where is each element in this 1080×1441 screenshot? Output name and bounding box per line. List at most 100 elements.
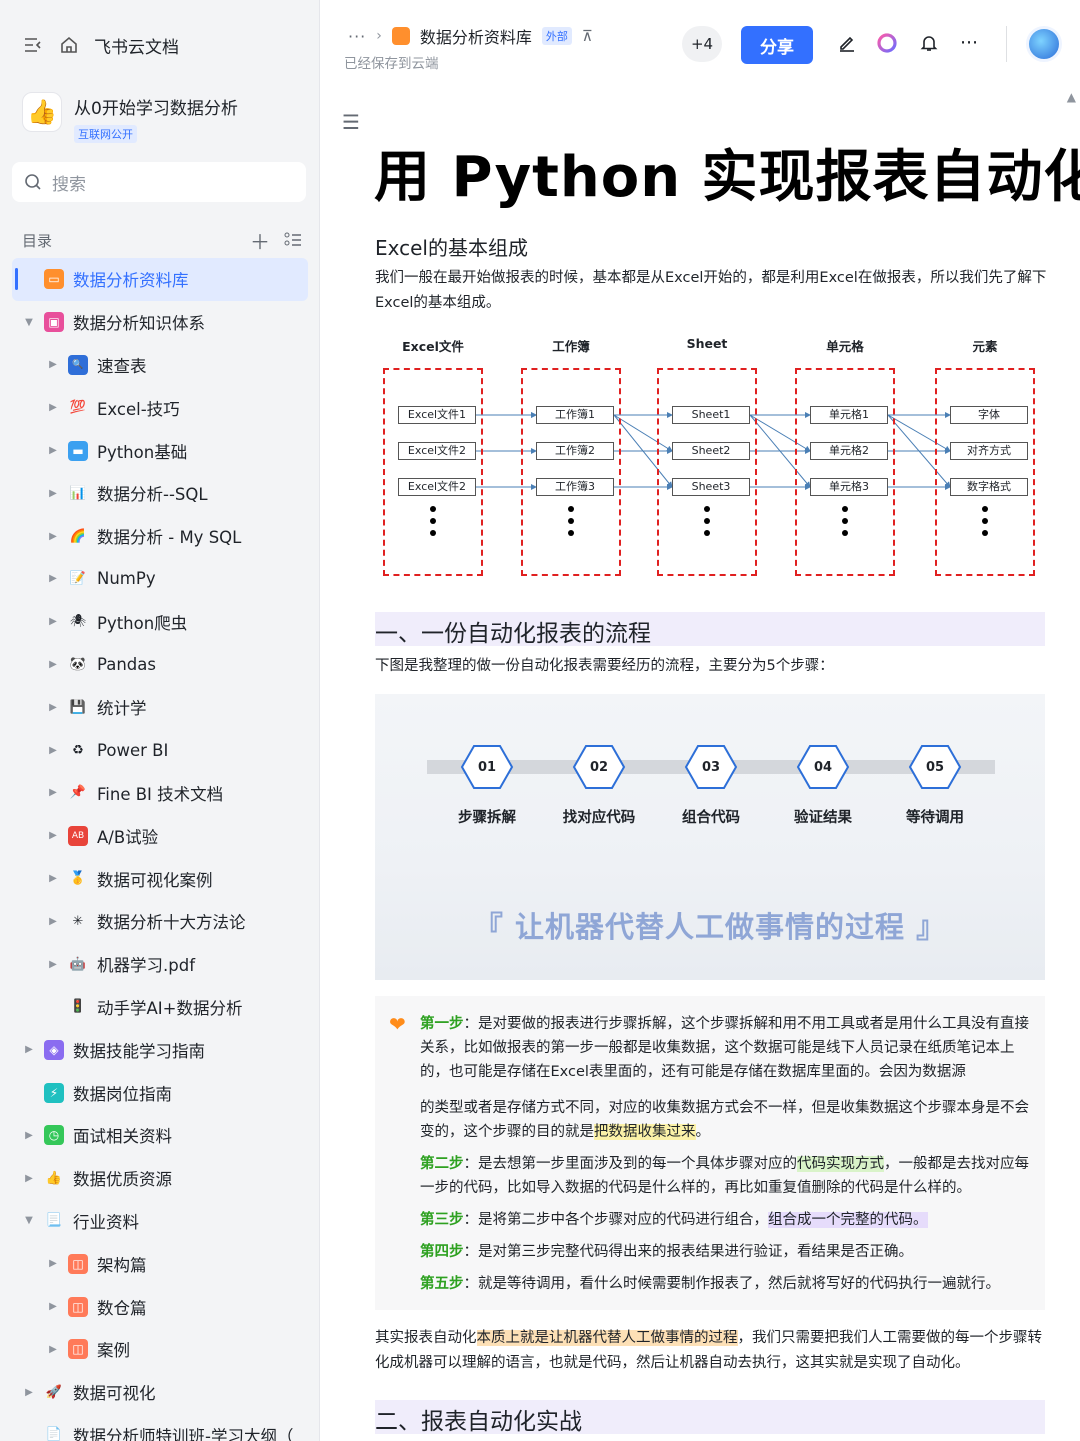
chevron-right-icon[interactable]: ▶: [46, 616, 60, 627]
space-public-tag: 互联网公开: [74, 125, 137, 143]
collapse-sidebar-icon[interactable]: [22, 34, 44, 56]
diagram-column-head: Excel文件: [402, 339, 464, 354]
ai-assistant-icon[interactable]: [874, 30, 900, 56]
excel-structure-diagram: Excel文件 Excel文件1 Excel文件2 Excel文件2 工作簿 工作簿1 工作…: [375, 330, 1051, 590]
avatar[interactable]: [1026, 26, 1062, 62]
outline-icon[interactable]: ☰: [342, 110, 360, 134]
chevron-right-icon[interactable]: ▶: [46, 359, 60, 370]
medal-icon: 🥇: [69, 871, 87, 887]
sidebar-item-label: Python基础: [97, 442, 188, 462]
sidebar-item[interactable]: ▶ 🌈 数据分析 - My SQL: [12, 515, 308, 558]
chevron-down-icon[interactable]: ▼: [22, 1215, 36, 1226]
add-icon[interactable]: ＋: [250, 226, 270, 255]
sidebar-item[interactable]: 🚦 动手学AI+数据分析: [12, 986, 308, 1029]
collaborators-count[interactable]: +4: [682, 26, 722, 62]
chevron-right-icon[interactable]: ▶: [46, 959, 60, 970]
sidebar-item[interactable]: ▶ ◈ 数据技能学习指南: [12, 1028, 308, 1071]
doc-icon: 📄: [45, 1427, 63, 1441]
sidebar-item[interactable]: ⚡ 数据岗位指南: [12, 1071, 308, 1114]
sidebar-item[interactable]: ▶ ◫ 架构篇: [12, 1242, 308, 1285]
step-5-text: 第五步：就是等待调用，看什么时候需要制作报表了，然后就将写好的代码执行一遍就行。: [420, 1276, 1000, 1292]
bell-icon[interactable]: [916, 30, 942, 56]
share-button[interactable]: 分享: [741, 26, 813, 64]
sidebar-item[interactable]: ▶ ▬ Python基础: [12, 429, 308, 472]
sidebar-item-label: 数据可视化: [73, 1384, 156, 1404]
chevron-right-icon[interactable]: ▶: [46, 1344, 60, 1355]
breadcrumb-more[interactable]: ···: [348, 27, 366, 46]
sidebar-item[interactable]: ▶ 📌 Fine BI 技术文档: [12, 772, 308, 815]
subheading-excel-basics: Excel的基本组成: [375, 236, 528, 260]
chevron-right-icon[interactable]: ▶: [22, 1387, 36, 1398]
chevron-right-icon[interactable]: ▶: [46, 787, 60, 798]
lightning-icon: ⚡: [44, 1082, 64, 1103]
diagram-column-box: [657, 368, 757, 576]
step-number: 05: [925, 759, 945, 775]
sidebar-top-bar: 飞书云文档: [22, 30, 179, 60]
sidebar-item[interactable]: ▶ 📊 数据分析--SQL: [12, 472, 308, 515]
diagram-column-box: [795, 368, 895, 576]
chevron-down-icon[interactable]: ▼: [22, 317, 36, 328]
sidebar-item[interactable]: 📄 数据分析师特训班-学习大纲（: [12, 1414, 308, 1441]
sidebar-item[interactable]: ▶ 💯 Excel-技巧: [12, 386, 308, 429]
sidebar-item[interactable]: ▶ ◷ 面试相关资料: [12, 1114, 308, 1157]
chevron-right-icon[interactable]: ▶: [46, 1301, 60, 1312]
breadcrumb: ··· › 数据分析资料库 外部 ⊼: [348, 24, 593, 48]
sidebar-item[interactable]: ▶ 🚀 数据可视化: [12, 1371, 308, 1414]
chevron-right-icon[interactable]: ▶: [22, 1130, 36, 1141]
step-4-text: 第四步：是对第三步完整代码得出来的报表结果进行验证，看结果是否正确。: [420, 1244, 913, 1260]
space-header[interactable]: 👍 从0开始学习数据分析 互联网公开: [22, 92, 238, 143]
sidebar-item[interactable]: ▶ 🕷 Python爬虫: [12, 600, 308, 643]
chevron-right-icon[interactable]: ▶: [46, 830, 60, 841]
chevron-right-icon[interactable]: ▶: [46, 916, 60, 927]
app-name[interactable]: 飞书云文档: [94, 33, 179, 58]
pin-icon[interactable]: ⊼: [582, 27, 593, 45]
chevron-right-icon[interactable]: ▶: [46, 873, 60, 884]
chevron-right-icon[interactable]: ▶: [46, 702, 60, 713]
sidebar-item[interactable]: ▼ ▣ 数据分析知识体系: [12, 301, 308, 344]
chevron-right-icon[interactable]: ▶: [46, 573, 60, 584]
sidebar-item-label: Power BI: [97, 740, 169, 760]
scroll-up-icon[interactable]: ▲: [1067, 90, 1076, 104]
step-number: 01: [477, 759, 497, 775]
sidebar-item[interactable]: ▶ 🐼 Pandas: [12, 643, 308, 686]
chevron-right-icon[interactable]: ▶: [22, 1173, 36, 1184]
toc-tree: ▭ 数据分析资料库 ▼ ▣ 数据分析知识体系 ▶ 🔍 速查表 ▶ 💯 Excel-技巧 ▶ ▬ Pytho…: [12, 258, 308, 1441]
diagram-column-head: Sheet: [686, 336, 728, 351]
step-hexagon: 03: [684, 744, 738, 790]
sidebar-item[interactable]: ▼ 📃 行业资料: [12, 1200, 308, 1243]
sidebar: 飞书云文档 👍 从0开始学习数据分析 互联网公开 搜索 目录 ＋ ▭ 数据分析资料…: [0, 0, 320, 1441]
traffic-light-icon: 🚦: [69, 999, 87, 1015]
breadcrumb-doc-name[interactable]: 数据分析资料库: [420, 24, 532, 48]
sidebar-item[interactable]: ▶ 🔍 速查表: [12, 344, 308, 387]
more-options-icon[interactable]: ···: [956, 30, 982, 56]
diagram-cell: 对齐方式: [950, 442, 1028, 460]
sidebar-item[interactable]: ▶ 💾 统计学: [12, 686, 308, 729]
search-input[interactable]: 搜索: [12, 162, 306, 202]
chevron-right-icon[interactable]: ▶: [22, 1044, 36, 1055]
chevron-right-icon[interactable]: ▶: [46, 745, 60, 756]
sidebar-item[interactable]: ▶ ◫ 案例: [12, 1328, 308, 1371]
sidebar-item[interactable]: ▶ 📝 NumPy: [12, 558, 308, 601]
diagram-cell: Sheet1: [672, 406, 750, 424]
chevron-right-icon[interactable]: ▶: [46, 659, 60, 670]
chevron-right-icon[interactable]: ▶: [46, 531, 60, 542]
chevron-right-icon[interactable]: ▶: [46, 488, 60, 499]
home-icon[interactable]: [58, 34, 80, 56]
chevron-right-icon[interactable]: ▶: [46, 1258, 60, 1269]
sidebar-item[interactable]: ▶ ✳ 数据分析十大方法论: [12, 900, 308, 943]
steps-callout: ❤ 第一步：是对要做的报表进行步骤拆解，这个步骤拆解和用不用工具或者是用什么工具…: [375, 996, 1045, 1310]
list-settings-icon[interactable]: [284, 229, 302, 253]
magnifier-icon: 🔍: [68, 354, 88, 375]
sidebar-item[interactable]: ▶ AB A/B试验: [12, 814, 308, 857]
sidebar-item[interactable]: ▶ 👍 数据优质资源: [12, 1157, 308, 1200]
edit-icon[interactable]: [834, 30, 860, 56]
chevron-right-icon[interactable]: ▶: [46, 445, 60, 456]
step-1-continued: 的类型或者是存储方式不同，对应的收集数据方式会不一样，但是收集数据这个步骤本身是…: [420, 1100, 1029, 1140]
sidebar-item[interactable]: ▶ 🤖 机器学习.pdf: [12, 943, 308, 986]
chevron-right-icon[interactable]: ▶: [46, 402, 60, 413]
orange-block-icon: ◫: [68, 1253, 88, 1274]
sidebar-item[interactable]: ▶ ◫ 数仓篇: [12, 1285, 308, 1328]
sidebar-item[interactable]: ▶ 🥇 数据可视化案例: [12, 857, 308, 900]
sidebar-item[interactable]: ▶ ♻ Power BI: [12, 729, 308, 772]
sidebar-item[interactable]: ▭ 数据分析资料库: [12, 258, 308, 301]
